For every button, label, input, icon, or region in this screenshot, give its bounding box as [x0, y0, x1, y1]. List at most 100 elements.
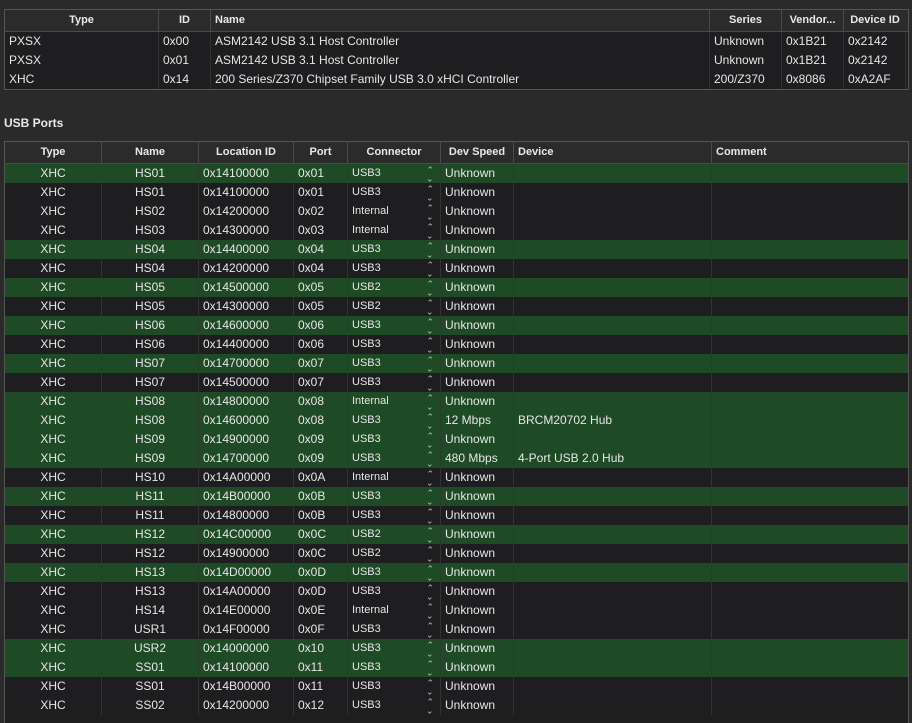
port-comment[interactable] [712, 278, 906, 297]
port-connector-select[interactable]: USB3 ⌃ ⌃ [348, 677, 441, 696]
port-row[interactable]: XHC HS14 0x14E00000 0x0E Internal ⌃ ⌃ Unknown [5, 601, 908, 620]
port-connector-select[interactable]: USB3 ⌃ ⌃ [348, 430, 441, 449]
port-row[interactable]: XHC HS07 0x14700000 0x07 USB3 ⌃ ⌃ Unknown [5, 354, 908, 373]
port-row[interactable]: XHC HS10 0x14A00000 0x0A Internal ⌃ ⌃ Unknown [5, 468, 908, 487]
up-down-chevron-icon[interactable]: ⌃ ⌃ [426, 260, 434, 278]
port-comment[interactable] [712, 506, 906, 525]
port-row[interactable]: XHC HS04 0x14200000 0x04 USB3 ⌃ ⌃ Unknown [5, 259, 908, 278]
controller-row[interactable]: PXSX 0x00 ASM2142 USB 3.1 Host Controller U… [5, 32, 908, 51]
port-connector-select[interactable]: USB3 ⌃ ⌃ [348, 449, 441, 468]
port-row[interactable]: XHC SS02 0x14200000 0x12 USB3 ⌃ ⌃ Unknown [5, 696, 908, 715]
port-connector-select[interactable]: USB3 ⌃ ⌃ [348, 658, 441, 677]
port-connector-select[interactable]: USB3 ⌃ ⌃ [348, 164, 441, 183]
port-comment[interactable] [712, 164, 906, 183]
port-connector-select[interactable]: Internal ⌃ ⌃ [348, 601, 441, 620]
up-down-chevron-icon[interactable]: ⌃ ⌃ [426, 488, 434, 506]
up-down-chevron-icon[interactable]: ⌃ ⌃ [426, 450, 434, 468]
controller-row[interactable]: PXSX 0x01 ASM2142 USB 3.1 Host Controller U… [5, 51, 908, 70]
port-comment[interactable] [712, 392, 906, 411]
col-device[interactable]: Device [514, 142, 712, 163]
port-connector-select[interactable]: USB3 ⌃ ⌃ [348, 696, 441, 715]
port-row[interactable]: XHC HS03 0x14300000 0x03 Internal ⌃ ⌃ Unknown [5, 221, 908, 240]
port-comment[interactable] [712, 316, 906, 335]
col-dev-speed[interactable]: Dev Speed [441, 142, 514, 163]
col-series[interactable]: Series [710, 10, 782, 31]
port-connector-select[interactable]: USB3 ⌃ ⌃ [348, 582, 441, 601]
up-down-chevron-icon[interactable]: ⌃ ⌃ [426, 621, 434, 639]
port-connector-select[interactable]: USB3 ⌃ ⌃ [348, 563, 441, 582]
port-comment[interactable] [712, 582, 906, 601]
port-comment[interactable] [712, 373, 906, 392]
port-connector-select[interactable]: USB3 ⌃ ⌃ [348, 373, 441, 392]
port-connector-select[interactable]: USB3 ⌃ ⌃ [348, 411, 441, 430]
port-row[interactable]: XHC HS05 0x14300000 0x05 USB2 ⌃ ⌃ Unknown [5, 297, 908, 316]
port-row[interactable]: XHC HS06 0x14400000 0x06 USB3 ⌃ ⌃ Unknown [5, 335, 908, 354]
port-connector-select[interactable]: USB3 ⌃ ⌃ [348, 506, 441, 525]
up-down-chevron-icon[interactable]: ⌃ ⌃ [426, 298, 434, 316]
port-row[interactable]: XHC HS05 0x14500000 0x05 USB2 ⌃ ⌃ Unknown [5, 278, 908, 297]
up-down-chevron-icon[interactable]: ⌃ ⌃ [426, 431, 434, 449]
port-connector-select[interactable]: USB3 ⌃ ⌃ [348, 354, 441, 373]
up-down-chevron-icon[interactable]: ⌃ ⌃ [426, 241, 434, 259]
port-connector-select[interactable]: USB3 ⌃ ⌃ [348, 487, 441, 506]
port-connector-select[interactable]: USB3 ⌃ ⌃ [348, 639, 441, 658]
up-down-chevron-icon[interactable]: ⌃ ⌃ [426, 203, 434, 221]
port-row[interactable]: XHC HS08 0x14600000 0x08 USB3 ⌃ ⌃ 12 Mbps BRCM20… [5, 411, 908, 430]
controller-row[interactable]: XHC 0x14 200 Series/Z370 Chipset Family US… [5, 70, 908, 89]
port-row[interactable]: XHC SS01 0x14100000 0x11 USB3 ⌃ ⌃ Unknown [5, 658, 908, 677]
port-connector-select[interactable]: USB3 ⌃ ⌃ [348, 240, 441, 259]
up-down-chevron-icon[interactable]: ⌃ ⌃ [426, 222, 434, 240]
col-port-name[interactable]: Name [102, 142, 199, 163]
up-down-chevron-icon[interactable]: ⌃ ⌃ [426, 279, 434, 297]
up-down-chevron-icon[interactable]: ⌃ ⌃ [426, 355, 434, 373]
up-down-chevron-icon[interactable]: ⌃ ⌃ [426, 526, 434, 544]
up-down-chevron-icon[interactable]: ⌃ ⌃ [426, 317, 434, 335]
port-row[interactable]: XHC SS01 0x14B00000 0x11 USB3 ⌃ ⌃ Unknown [5, 677, 908, 696]
port-row[interactable]: XHC HS02 0x14200000 0x02 Internal ⌃ ⌃ Unknown [5, 202, 908, 221]
port-comment[interactable] [712, 297, 906, 316]
up-down-chevron-icon[interactable]: ⌃ ⌃ [426, 393, 434, 411]
port-row[interactable]: XHC HS04 0x14400000 0x04 USB3 ⌃ ⌃ Unknown [5, 240, 908, 259]
up-down-chevron-icon[interactable]: ⌃ ⌃ [426, 184, 434, 202]
col-port-type[interactable]: Type [5, 142, 102, 163]
port-connector-select[interactable]: USB3 ⌃ ⌃ [348, 335, 441, 354]
up-down-chevron-icon[interactable]: ⌃ ⌃ [426, 545, 434, 563]
up-down-chevron-icon[interactable]: ⌃ ⌃ [426, 659, 434, 677]
port-connector-select[interactable]: USB3 ⌃ ⌃ [348, 259, 441, 278]
port-comment[interactable] [712, 658, 906, 677]
port-row[interactable]: XHC HS09 0x14900000 0x09 USB3 ⌃ ⌃ Unknown [5, 430, 908, 449]
port-row[interactable]: XHC HS11 0x14B00000 0x0B USB3 ⌃ ⌃ Unknown [5, 487, 908, 506]
port-comment[interactable] [712, 240, 906, 259]
port-comment[interactable] [712, 468, 906, 487]
col-device-id[interactable]: Device ID [844, 10, 906, 31]
up-down-chevron-icon[interactable]: ⌃ ⌃ [426, 564, 434, 582]
port-comment[interactable] [712, 202, 906, 221]
port-connector-select[interactable]: USB3 ⌃ ⌃ [348, 183, 441, 202]
port-row[interactable]: XHC HS09 0x14700000 0x09 USB3 ⌃ ⌃ 480 Mbps 4-Por… [5, 449, 908, 468]
col-id[interactable]: ID [159, 10, 211, 31]
port-comment[interactable] [712, 430, 906, 449]
port-connector-select[interactable]: Internal ⌃ ⌃ [348, 202, 441, 221]
port-row[interactable]: XHC HS11 0x14800000 0x0B USB3 ⌃ ⌃ Unknown [5, 506, 908, 525]
col-name[interactable]: Name [211, 10, 710, 31]
port-connector-select[interactable]: USB2 ⌃ ⌃ [348, 297, 441, 316]
port-comment[interactable] [712, 411, 906, 430]
port-comment[interactable] [712, 639, 906, 658]
port-comment[interactable] [712, 259, 906, 278]
up-down-chevron-icon[interactable]: ⌃ ⌃ [426, 374, 434, 392]
port-comment[interactable] [712, 354, 906, 373]
up-down-chevron-icon[interactable]: ⌃ ⌃ [426, 697, 434, 715]
port-row[interactable]: XHC HS13 0x14D00000 0x0D USB3 ⌃ ⌃ Unknown [5, 563, 908, 582]
port-connector-select[interactable]: USB3 ⌃ ⌃ [348, 620, 441, 639]
port-comment[interactable] [712, 449, 906, 468]
port-row[interactable]: XHC HS01 0x14100000 0x01 USB3 ⌃ ⌃ Unknown [5, 183, 908, 202]
col-connector[interactable]: Connector [348, 142, 441, 163]
port-comment[interactable] [712, 183, 906, 202]
up-down-chevron-icon[interactable]: ⌃ ⌃ [426, 469, 434, 487]
col-comment[interactable]: Comment [712, 142, 906, 163]
port-connector-select[interactable]: USB3 ⌃ ⌃ [348, 316, 441, 335]
port-comment[interactable] [712, 335, 906, 354]
port-row[interactable]: XHC USR1 0x14F00000 0x0F USB3 ⌃ ⌃ Unknown [5, 620, 908, 639]
up-down-chevron-icon[interactable]: ⌃ ⌃ [426, 507, 434, 525]
port-comment[interactable] [712, 544, 906, 563]
